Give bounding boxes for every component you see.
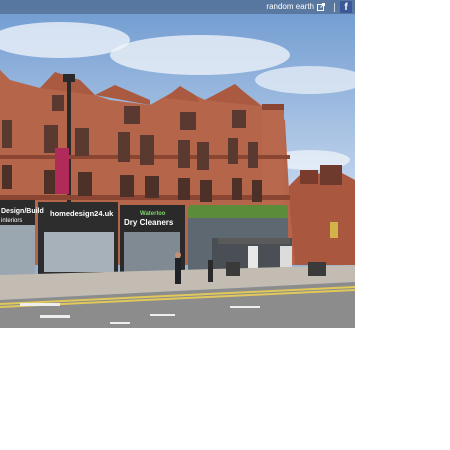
homedesign-sign: homedesign24.uk bbox=[50, 209, 114, 218]
design-build-sign: Design/Build bbox=[1, 208, 44, 215]
interiors-sign: interiors bbox=[1, 218, 22, 224]
toolbar-divider bbox=[334, 2, 335, 12]
viewer-toolbar: random earth f bbox=[0, 0, 355, 14]
random-earth-link[interactable]: random earth bbox=[266, 0, 329, 14]
random-earth-label: random earth bbox=[266, 2, 314, 11]
waterloo-sign: Waterloo bbox=[140, 211, 166, 217]
facebook-glyph: f bbox=[344, 2, 348, 13]
street-view-image[interactable]: Design/Build interiors homedesign24.uk W… bbox=[0, 0, 355, 328]
street-view-panel[interactable]: Design/Build interiors homedesign24.uk W… bbox=[0, 0, 355, 328]
external-link-icon bbox=[317, 3, 325, 11]
facebook-icon[interactable]: f bbox=[340, 1, 352, 13]
dry-cleaners-sign: Dry Cleaners bbox=[124, 218, 174, 227]
